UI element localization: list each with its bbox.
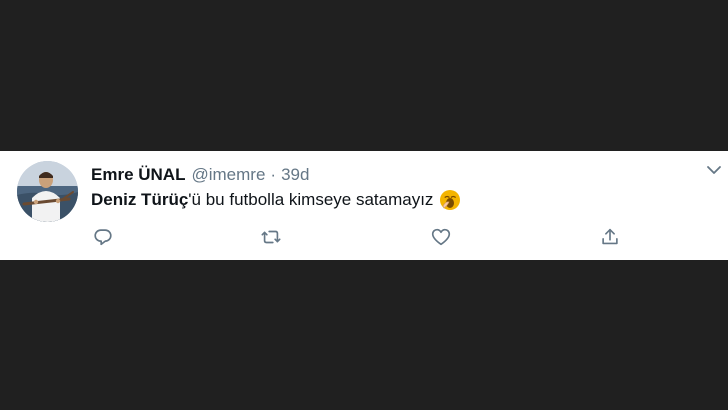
- tweet-card[interactable]: Emre ÜNAL @imemre · 39d Deniz Türüç'ü bu…: [0, 151, 728, 260]
- yawning-face-icon: [439, 189, 461, 211]
- screen: Emre ÜNAL @imemre · 39d Deniz Türüç'ü bu…: [0, 0, 728, 410]
- user-handle[interactable]: @imemre: [191, 165, 265, 185]
- share-icon: [602, 228, 618, 245]
- display-name[interactable]: Emre ÜNAL: [91, 165, 185, 185]
- share-button[interactable]: [598, 225, 622, 249]
- tweet-text-body: 'ü bu futbolla kimseye satamayız: [188, 190, 434, 209]
- mentioned-name[interactable]: Deniz Türüç: [91, 189, 188, 211]
- like-button[interactable]: [429, 225, 453, 249]
- heart-icon: [431, 228, 451, 246]
- separator-dot: ·: [270, 165, 277, 184]
- tweet-timestamp[interactable]: 39d: [281, 165, 309, 185]
- retweet-icon: [261, 230, 281, 244]
- reply-button[interactable]: [91, 225, 115, 249]
- avatar-photo: [17, 161, 78, 222]
- retweet-button[interactable]: [259, 225, 283, 249]
- tweet-text: Deniz Türüç'ü bu futbolla kimseye satama…: [91, 189, 461, 211]
- chevron-down-icon[interactable]: [704, 160, 724, 180]
- tweet-header: Emre ÜNAL @imemre · 39d: [91, 164, 309, 186]
- tweet-actions: [91, 225, 624, 249]
- avatar[interactable]: [17, 161, 78, 222]
- reply-icon: [94, 229, 112, 246]
